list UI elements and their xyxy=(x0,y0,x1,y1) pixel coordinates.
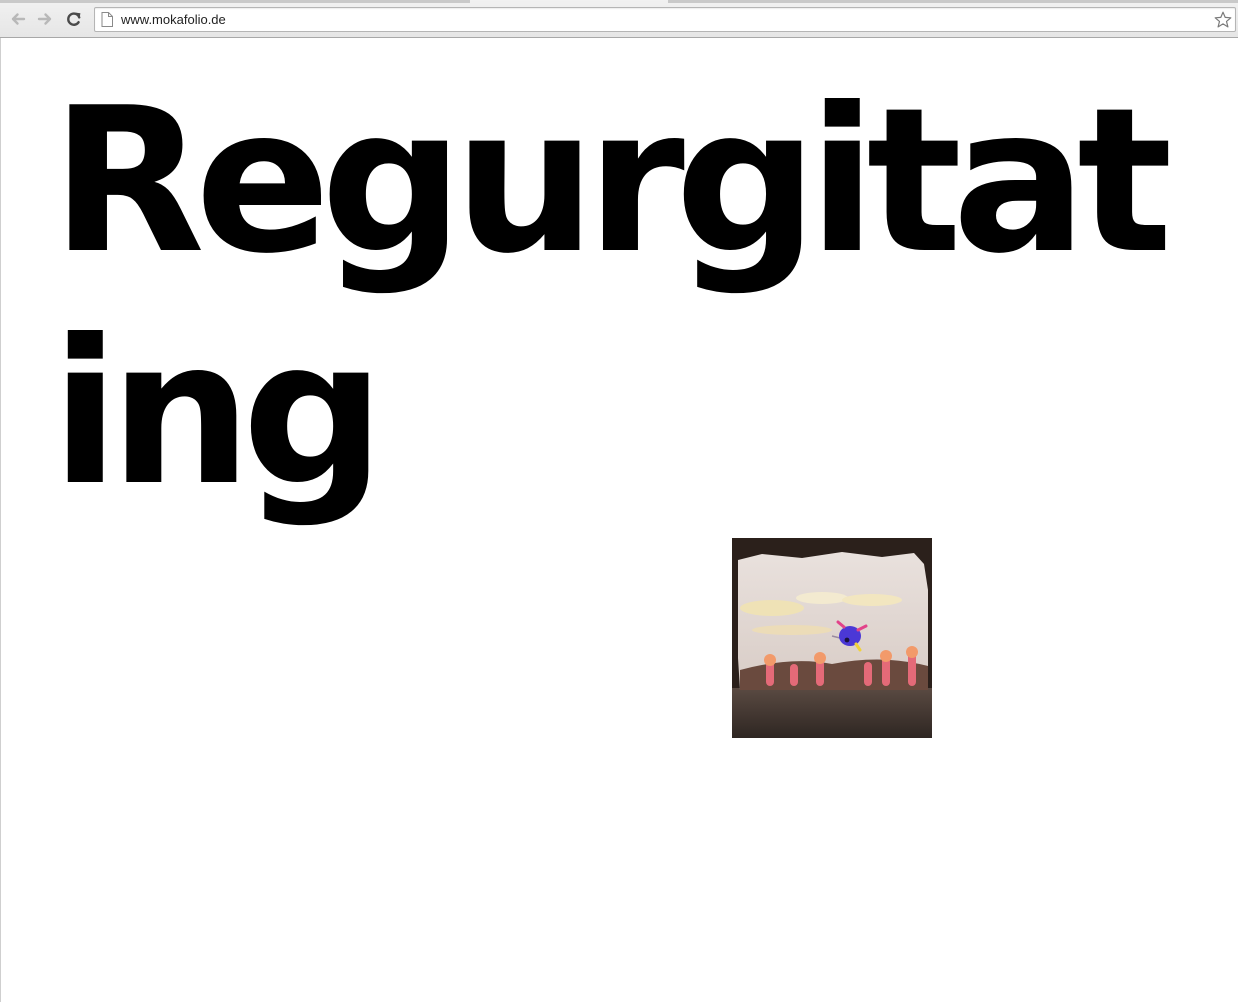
back-button[interactable] xyxy=(8,9,28,29)
thumbnail-image xyxy=(732,538,932,738)
page-viewport: Regurgitating xyxy=(0,38,1238,1002)
tab-edge xyxy=(668,0,1238,3)
address-bar[interactable]: www.mokafolio.de xyxy=(94,7,1236,32)
tab-edge xyxy=(0,0,470,3)
forward-button[interactable] xyxy=(35,9,55,29)
url-text[interactable]: www.mokafolio.de xyxy=(121,11,226,28)
browser-toolbar: www.mokafolio.de xyxy=(0,0,1238,38)
star-icon[interactable] xyxy=(1213,10,1233,30)
reload-button[interactable] xyxy=(64,9,84,29)
reload-icon xyxy=(67,12,81,26)
arrow-left-icon xyxy=(11,13,26,25)
page-icon xyxy=(101,12,113,27)
project-thumbnail[interactable] xyxy=(732,538,932,738)
tab-strip xyxy=(0,0,1238,3)
arrow-right-icon xyxy=(37,13,52,25)
page-title: Regurgitating xyxy=(51,65,1173,530)
